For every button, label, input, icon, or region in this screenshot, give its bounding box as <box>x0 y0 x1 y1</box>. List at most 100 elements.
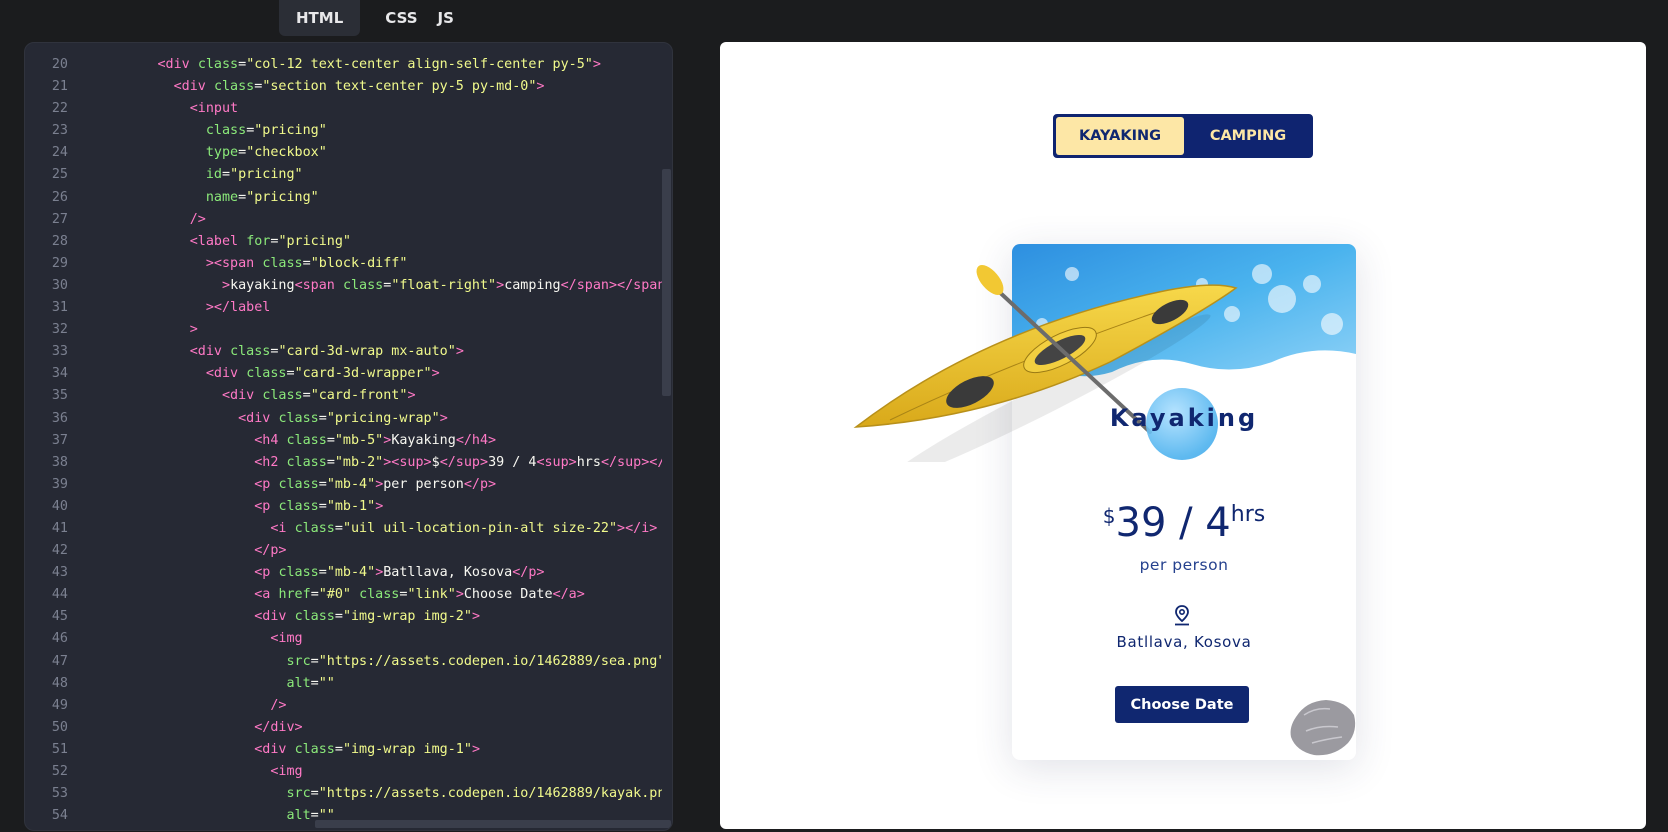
code-line[interactable]: 50 </div> <box>25 717 662 739</box>
code-line[interactable]: 52 <img <box>25 761 662 783</box>
line-number: 20 <box>51 57 68 72</box>
code-line[interactable]: 43 <p class="mb-4">Batllava, Kosova</p> <box>25 562 662 584</box>
code-token: = <box>238 189 247 205</box>
code-line[interactable]: 45 <div class="img-wrap img-2"> <box>25 606 662 628</box>
code-token: "block-diff" <box>310 255 408 271</box>
code-line[interactable]: 32 > <box>25 319 662 341</box>
code-token: </h4> <box>455 432 497 448</box>
code-line[interactable]: 30 >kayaking<span class="float-right">ca… <box>25 275 662 297</box>
code-token: "pricing" <box>246 189 319 205</box>
code-token: class <box>286 454 327 470</box>
pricing-toggle[interactable]: KAYAKING CAMPING <box>1053 114 1313 158</box>
choose-date-button[interactable]: Choose Date <box>1115 686 1249 723</box>
code-token: "card-3d-wrap mx-auto" <box>278 344 456 360</box>
code-token: = <box>318 476 327 492</box>
tab-css[interactable]: CSS <box>360 0 427 36</box>
code-line[interactable]: 53 src="https://assets.codepen.io/146288… <box>25 783 662 805</box>
code-editor[interactable]: 20 <div class="col-12 text-center align-… <box>24 42 673 831</box>
code-lines[interactable]: 20 <div class="col-12 text-center align-… <box>25 54 662 827</box>
toggle-kayaking[interactable]: KAYAKING <box>1056 117 1184 155</box>
code-line[interactable]: 51 <div class="img-wrap img-1"> <box>25 739 662 761</box>
code-line[interactable]: 22 <input <box>25 98 662 120</box>
code-token: = <box>286 366 295 382</box>
code-token: = <box>318 498 327 514</box>
code-line[interactable]: 35 <div class="card-front"> <box>25 385 662 407</box>
code-line[interactable]: 37 <h4 class="mb-5">Kayaking</h4> <box>25 430 662 452</box>
code-line[interactable]: 26 name="pricing" <box>25 187 662 209</box>
code-token: = <box>238 145 247 161</box>
code-line[interactable]: 41 <i class="uil uil-location-pin-alt si… <box>25 518 662 540</box>
code-token: ></i> <box>617 520 658 536</box>
code-line[interactable]: 49 /> <box>25 695 662 717</box>
code-token: class <box>359 587 400 603</box>
code-line[interactable]: 44 <a href="#0" class="link">Choose Date… <box>25 584 662 606</box>
line-number: 39 <box>51 476 68 492</box>
code-line[interactable]: 29 ><span class="block-diff" <box>25 253 662 275</box>
code-line[interactable]: 24 type="checkbox" <box>25 142 662 164</box>
code-line[interactable]: 40 <p class="mb-1"> <box>25 496 662 518</box>
code-line[interactable]: 21 <div class="section text-center py-5 … <box>25 76 662 98</box>
code-token: class <box>278 410 319 426</box>
code-line[interactable]: 39 <p class="mb-4">per person</p> <box>25 474 662 496</box>
code-token: ><sup> <box>383 454 432 470</box>
horizontal-scrollbar[interactable] <box>315 820 671 828</box>
code-token: /> <box>270 697 287 713</box>
code-token: class <box>262 388 303 404</box>
code-line[interactable]: 20 <div class="col-12 text-center align-… <box>25 54 662 76</box>
code-token: class <box>278 498 319 514</box>
code-line[interactable]: 23 class="pricing" <box>25 120 662 142</box>
tab-js[interactable]: JS <box>428 0 471 36</box>
code-token: "checkbox" <box>246 145 327 161</box>
editor-tabs: HTML CSS JS <box>279 0 471 36</box>
code-token: > <box>189 322 198 338</box>
code-token: </span></span> <box>560 277 662 293</box>
code-token: "" <box>318 675 335 691</box>
vertical-scrollbar[interactable] <box>662 169 671 396</box>
code-token: > <box>471 741 480 757</box>
code-token: <div <box>254 741 295 757</box>
code-line[interactable]: 36 <div class="pricing-wrap"> <box>25 408 662 430</box>
code-line[interactable]: 42 </p> <box>25 540 662 562</box>
price-currency: $ <box>1102 504 1116 528</box>
code-line[interactable]: 46 <img <box>25 628 662 650</box>
code-token: "card-front" <box>310 388 408 404</box>
code-line[interactable]: 28 <label for="pricing" <box>25 231 662 253</box>
code-token: = <box>238 57 247 72</box>
code-line[interactable]: 27 /> <box>25 209 662 231</box>
price-amount: 39 / 4 <box>1115 500 1231 546</box>
code-line[interactable]: 47 src="https://assets.codepen.io/146288… <box>25 651 662 673</box>
tab-html[interactable]: HTML <box>279 0 361 36</box>
code-line[interactable]: 31 ></label <box>25 297 662 319</box>
line-number: 25 <box>51 167 68 183</box>
code-token: $ <box>431 454 440 470</box>
code-token: > <box>455 344 464 360</box>
code-token: > <box>222 277 231 293</box>
toggle-camping[interactable]: CAMPING <box>1186 117 1310 155</box>
code-token: <label <box>189 233 247 249</box>
code-token: Batllava, Kosova <box>383 565 513 581</box>
code-token: </p> <box>512 565 545 581</box>
line-number: 37 <box>51 432 68 448</box>
code-line[interactable]: 38 <h2 class="mb-2"><sup>$</sup>39 / 4<s… <box>25 452 662 474</box>
code-line[interactable]: 34 <div class="card-3d-wrapper"> <box>25 363 662 385</box>
code-line[interactable]: 33 <div class="card-3d-wrap mx-auto"> <box>25 341 662 363</box>
code-token: <img <box>270 764 303 779</box>
code-line[interactable]: 48 alt="" <box>25 673 662 695</box>
code-line[interactable]: 25 id="pricing" <box>25 164 662 186</box>
code-token: "col-12 text-center align-self-center py… <box>246 57 593 72</box>
code-token: = <box>310 675 319 691</box>
